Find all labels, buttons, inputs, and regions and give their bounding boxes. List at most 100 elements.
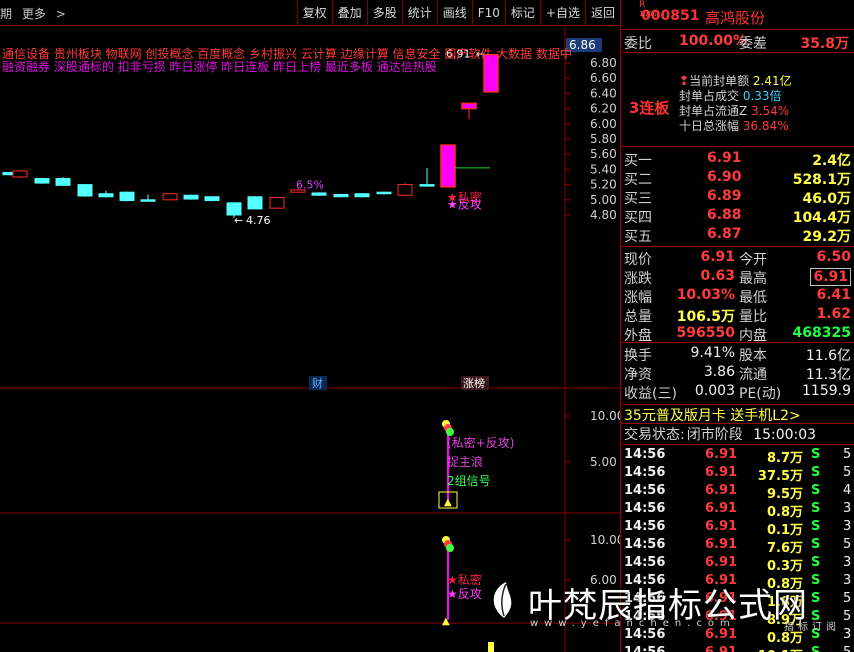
bid-row[interactable]: 买二 6.90 528.1万 — [621, 169, 854, 188]
quote-row: 外盘 596550 内盘 468325 — [621, 325, 854, 344]
tick-volume: 7.6万 — [766, 541, 803, 556]
tag-ticker[interactable]: 融资融券 深股通标的 扣非亏损 昨日涨停 昨日连板 昨日上榜 最近多板 通达信热… — [2, 58, 437, 75]
tick-row[interactable]: 14:56 6.91 37.5万 S 5 — [621, 465, 854, 484]
watermark-url: www.yefanchen.com — [530, 618, 736, 629]
chart-canvas[interactable]: 6.806.606.406.206.005.805.605.405.205.00… — [0, 26, 620, 652]
ind1-tick-label: 10.00 — [590, 409, 620, 423]
weicha-value: 35.8万 — [800, 36, 849, 52]
trade-state-time: 15:00:03 — [753, 427, 817, 443]
tick-row[interactable]: 14:56 6.91 7.6万 S 5 — [621, 537, 854, 556]
price-tick-label: 5.40 — [590, 162, 617, 176]
tick-direction: S — [811, 537, 821, 552]
tick-count: 4 — [843, 483, 852, 498]
toolbar-button-2[interactable]: 多股 — [366, 0, 402, 26]
tick-row[interactable]: 14:56 6.91 9.5万 S 4 — [621, 483, 854, 502]
bid-label: 买二 — [624, 172, 652, 188]
ind2-marker-icon: ▲ — [442, 616, 450, 627]
quote-panel: R 1000 000851 高鸿股份 委比 100.00% 委差 35.8万 3连… — [620, 0, 854, 652]
bid-label: 买四 — [624, 210, 652, 226]
candle-body — [98, 193, 114, 198]
tick-direction: S — [811, 447, 821, 462]
quote-value: 468325 — [792, 325, 851, 341]
quote-value: 596550 — [676, 325, 735, 341]
tick-row[interactable]: 14:56 6.91 8.7万 S 5 — [621, 447, 854, 466]
toolbar-button-3[interactable]: 统计 — [401, 0, 437, 26]
weibi-label: 委比 — [624, 36, 652, 52]
fund-label: 净资 — [624, 367, 652, 383]
tick-time: 14:56 — [624, 555, 666, 570]
fund-value: 9.41% — [690, 345, 735, 361]
price-tick-label: 5.00 — [590, 193, 617, 207]
bid-volume: 29.2万 — [802, 229, 851, 245]
toolbar-button-8[interactable]: 返回 — [584, 0, 620, 26]
more-menu[interactable]: 更多 > — [22, 7, 72, 21]
toolbar-button-7[interactable]: +自选 — [539, 0, 585, 26]
bid-label: 买三 — [624, 191, 652, 207]
ind1-marker-icon: ▲ — [444, 497, 452, 508]
ind1-text: (私密+反攻) — [447, 435, 514, 450]
price-tick-label: 6.80 — [590, 56, 617, 70]
tick-price: 6.91 — [705, 483, 738, 498]
quote-label: 总量 — [624, 309, 652, 325]
tick-volume: 0.8万 — [766, 505, 803, 520]
info-value: 36.84% — [742, 119, 789, 133]
lianban-badge: 3连板 — [629, 99, 670, 117]
candle-body — [311, 192, 327, 196]
price-tick-label: 6.00 — [590, 117, 617, 131]
fund-label: 股本 — [739, 348, 767, 364]
quote-value: 6.50 — [816, 249, 851, 265]
info-icon: ❢ — [679, 74, 690, 88]
tick-direction: S — [811, 555, 821, 570]
quote-value: 6.41 — [816, 287, 851, 303]
toolbar-button-6[interactable]: 标记 — [504, 0, 540, 26]
tick-count: 5 — [843, 447, 852, 462]
period-fragment[interactable]: 期 — [0, 7, 12, 21]
tick-row[interactable]: 14:56 6.91 0.8万 S 3 — [621, 501, 854, 520]
tick-direction: S — [811, 519, 821, 534]
bid-volume: 2.4亿 — [812, 153, 851, 169]
toolbar-button-4[interactable]: 画线 — [436, 0, 472, 26]
tick-volume: 37.5万 — [757, 469, 803, 484]
limit-badge: 涨榜 — [463, 376, 485, 390]
info-label: 封单占流通Z — [679, 104, 748, 118]
watermark: 叶梵辰指标公式网 www.yefanchen.com 指标订阅 — [484, 570, 854, 652]
candle-body — [34, 178, 50, 184]
bid-row[interactable]: 买三 6.89 46.0万 — [621, 188, 854, 207]
toolbar-left: 期 更多 > — [0, 5, 78, 22]
bid-price: 6.89 — [707, 188, 742, 204]
price-tick-label: 5.60 — [590, 147, 617, 161]
current-price-label: 6.86 — [569, 38, 596, 52]
tick-volume: 9.5万 — [766, 487, 803, 502]
info-value: 2.41亿 — [752, 74, 792, 88]
bid-row[interactable]: 买一 6.91 2.4亿 — [621, 150, 854, 169]
toolbar-button-1[interactable]: 叠加 — [331, 0, 367, 26]
tick-time: 14:56 — [624, 483, 666, 498]
quote-label: 涨跌 — [624, 271, 652, 287]
quote-value: 10.03% — [676, 287, 735, 303]
fin-badge: 财 — [312, 376, 323, 390]
tick-time: 14:56 — [624, 537, 666, 552]
kline-chart[interactable]: 6.80 6.60 6.40 6.20 6.00 5.80 5.60 5.40 5.20 5.00… — [0, 26, 620, 652]
candle-body — [333, 193, 349, 198]
quote-label: 量比 — [739, 309, 767, 325]
tick-row[interactable]: 14:56 6.91 0.1万 S 3 — [621, 519, 854, 538]
weicha-label: 委差 — [739, 36, 767, 52]
candle-body — [119, 191, 135, 202]
quote-label: 涨幅 — [624, 290, 652, 306]
quote-row: 现价 6.91 今开 6.50 — [621, 249, 854, 268]
signal-dot-icon — [446, 428, 454, 436]
quote-label: 今开 — [739, 252, 767, 268]
bid-price: 6.87 — [707, 226, 742, 242]
quote-value: 0.63 — [700, 268, 735, 284]
ind1-text: 2组信号 — [447, 474, 491, 488]
toolbar-button-0[interactable]: 复权 — [296, 0, 332, 26]
bid-row[interactable]: 买五 6.87 29.2万 — [621, 226, 854, 245]
fund-value: 3.86 — [703, 364, 735, 380]
toolbar-button-5[interactable]: F10 — [471, 0, 505, 26]
promo-banner[interactable]: 35元普及版月卡 送手机L2> — [621, 404, 854, 424]
stock-name[interactable]: 高鸿股份 — [705, 7, 765, 28]
stock-code[interactable]: 000851 — [641, 8, 699, 24]
quote-label: 最低 — [739, 290, 767, 306]
bid-row[interactable]: 买四 6.88 104.4万 — [621, 207, 854, 226]
tick-price: 6.91 — [705, 519, 738, 534]
